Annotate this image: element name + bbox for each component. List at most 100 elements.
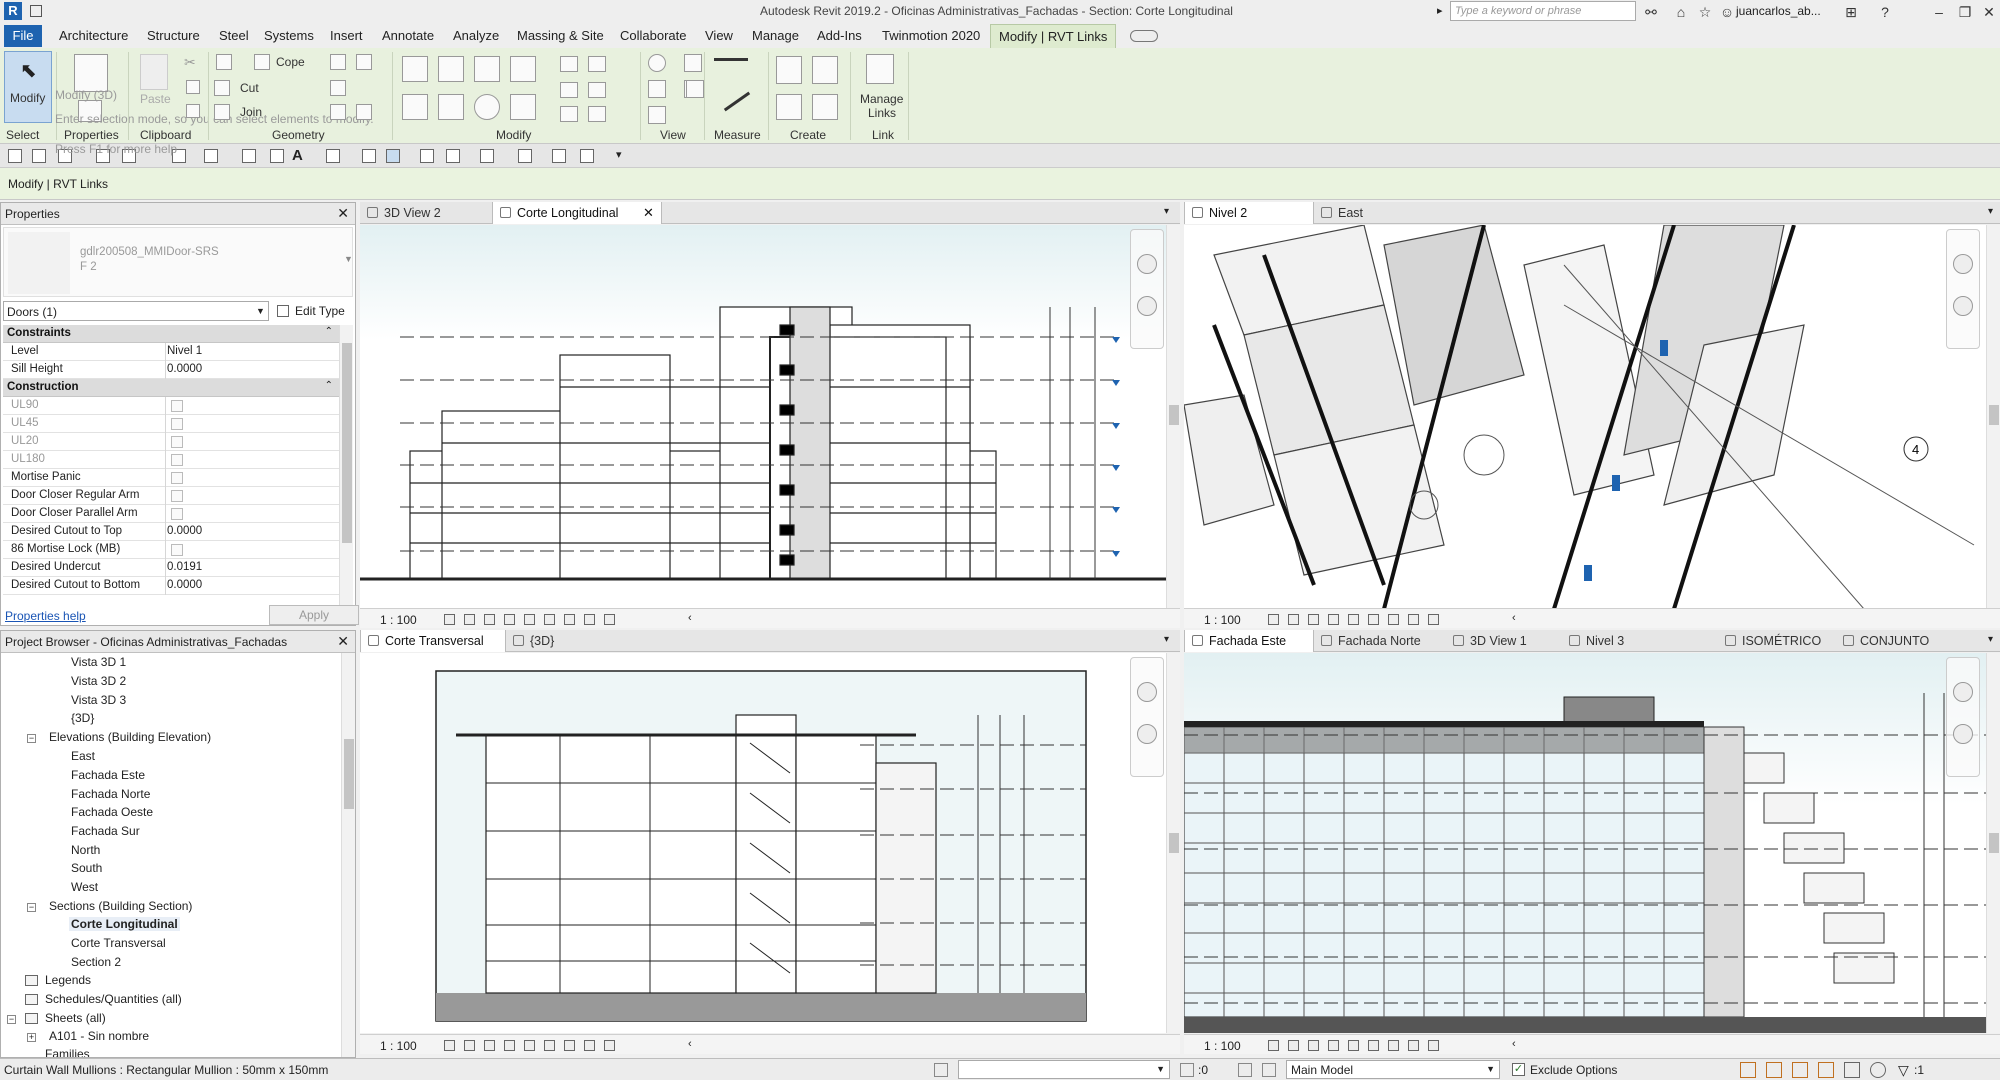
switch-windows-icon[interactable]: [446, 149, 460, 163]
mirror-axis-icon[interactable]: [474, 56, 500, 82]
aligned-dim-icon[interactable]: [242, 149, 256, 163]
reveal-hidden-icon[interactable]: [584, 614, 595, 625]
properties-icon[interactable]: [74, 54, 108, 92]
move-icon[interactable]: [402, 94, 428, 120]
qat-tool-icon-3[interactable]: [580, 149, 594, 163]
exclude-options-checkbox[interactable]: ✓: [1512, 1063, 1525, 1076]
sun-path-icon[interactable]: [1308, 614, 1319, 625]
save-icon[interactable]: [32, 149, 46, 163]
geometry-tool-icon-1[interactable]: [216, 54, 232, 70]
rotate-icon[interactable]: [474, 94, 500, 120]
create-parts-icon[interactable]: [812, 56, 838, 84]
reveal-hidden-icon[interactable]: [1408, 1040, 1419, 1051]
tab-corte-longitudinal[interactable]: Corte Longitudinal ✕: [492, 202, 662, 224]
closer-parallel-checkbox[interactable]: [171, 508, 183, 520]
tag-icon[interactable]: [270, 149, 284, 163]
view-tl-scrollbar[interactable]: [1166, 225, 1180, 609]
view-bl-scrollbar[interactable]: [1166, 653, 1180, 1033]
tab-isometrico[interactable]: ISOMÉTRICO: [1718, 630, 1829, 652]
search-arrow-icon[interactable]: ▸: [1437, 4, 1443, 17]
sheets-collapse-icon[interactable]: −: [7, 1015, 16, 1024]
tab-analyze[interactable]: Analyze: [453, 28, 499, 43]
prop-sill-height[interactable]: Sill Height 0.0000: [3, 361, 339, 379]
sun-path-icon[interactable]: [484, 1040, 495, 1051]
tab-3d-view-1[interactable]: 3D View 1: [1446, 630, 1535, 652]
navigation-bar[interactable]: [1130, 229, 1164, 349]
show-crop-icon[interactable]: [544, 614, 555, 625]
elevations-collapse-icon[interactable]: −: [27, 734, 36, 743]
tree-item-sheets[interactable]: Sheets (all): [45, 1011, 106, 1025]
scroll-left-icon[interactable]: ‹: [1512, 1038, 1516, 1050]
user-icon[interactable]: ☺: [1718, 3, 1736, 21]
geometry-tool-icon-5[interactable]: [330, 104, 346, 120]
create-group-icon[interactable]: [776, 94, 802, 120]
analytical-icon[interactable]: [604, 1040, 615, 1051]
tab-twinmotion[interactable]: Twinmotion 2020: [882, 28, 980, 43]
ul20-checkbox[interactable]: [171, 436, 183, 448]
close-icon[interactable]: ✕: [1980, 3, 1998, 21]
select-panel-label[interactable]: Select: [6, 128, 39, 142]
workset-dropdown[interactable]: ▼: [958, 1060, 1170, 1079]
temp-hide-icon[interactable]: [564, 614, 575, 625]
tabs-overflow-icon[interactable]: ▾: [1988, 206, 1993, 217]
tree-item-fachada-oeste[interactable]: Fachada Oeste: [71, 805, 153, 819]
binoculars-icon[interactable]: ⚯: [1642, 3, 1660, 21]
temp-hide-icon[interactable]: [1388, 1040, 1399, 1051]
type-dropdown-icon[interactable]: ▼: [344, 254, 353, 264]
tab-collaborate[interactable]: Collaborate: [620, 28, 687, 43]
shadows-icon[interactable]: [504, 1040, 515, 1051]
select-links-icon[interactable]: [1740, 1062, 1756, 1078]
tree-item-corte-transversal[interactable]: Corte Transversal: [71, 936, 166, 950]
manage-links-label-2[interactable]: Links: [868, 106, 896, 120]
geometry-tool-icon-3[interactable]: [356, 54, 372, 70]
join-button[interactable]: Join: [240, 105, 262, 119]
view-tr-scrollbar[interactable]: [1986, 225, 2000, 609]
shadows-icon[interactable]: [1328, 614, 1339, 625]
tab-conjunto[interactable]: CONJUNTO: [1836, 630, 1937, 652]
tree-item-north[interactable]: North: [71, 843, 100, 857]
drag-elements-icon[interactable]: [1844, 1062, 1860, 1078]
visual-style-icon[interactable]: [464, 1040, 475, 1051]
crop-view-icon[interactable]: [1348, 1040, 1359, 1051]
create-similar-icon[interactable]: [812, 94, 838, 120]
view-br-scrollbar[interactable]: [1986, 653, 2000, 1033]
view-scale[interactable]: 1 : 100: [1204, 613, 1241, 627]
scroll-left-icon[interactable]: ‹: [688, 1038, 692, 1050]
worksets-icon[interactable]: [934, 1063, 948, 1077]
tree-item-fachada-norte[interactable]: Fachada Norte: [71, 787, 150, 801]
tab-manage[interactable]: Manage: [752, 28, 799, 43]
visual-style-icon[interactable]: [1288, 1040, 1299, 1051]
sections-collapse-icon[interactable]: −: [27, 903, 36, 912]
tree-item-fachada-este[interactable]: Fachada Este: [71, 768, 145, 782]
qat-tool-icon[interactable]: [518, 149, 532, 163]
group-construction[interactable]: Construction ⌃: [3, 379, 339, 397]
tree-item-3d[interactable]: {3D}: [71, 711, 94, 725]
tab-addins[interactable]: Add-Ins: [817, 28, 862, 43]
tree-item-south[interactable]: South: [71, 861, 102, 875]
type-selector[interactable]: gdlr200508_MMIDoor-SRS F 2 ▼: [3, 227, 353, 297]
copy-element-icon[interactable]: [438, 94, 464, 120]
tree-item-elevations[interactable]: Elevations (Building Elevation): [49, 730, 211, 744]
dimension-icon[interactable]: [723, 91, 751, 112]
shadows-icon[interactable]: [504, 614, 515, 625]
show-crop-icon[interactable]: [1368, 1040, 1379, 1051]
paint-brush-icon[interactable]: [648, 80, 666, 98]
tab-systems[interactable]: Systems: [264, 28, 314, 43]
tree-item-corte-longitudinal[interactable]: Corte Longitudinal: [69, 917, 180, 931]
search-input[interactable]: Type a keyword or phrase: [1450, 1, 1636, 21]
tab-3d[interactable]: {3D}: [506, 630, 562, 652]
properties-help-link[interactable]: Properties help: [5, 609, 86, 623]
minimize-icon[interactable]: –: [1930, 3, 1948, 21]
tab-annotate[interactable]: Annotate: [382, 28, 434, 43]
split-gap-icon[interactable]: [588, 56, 606, 72]
scale-icon[interactable]: [588, 82, 606, 98]
reveal-hidden-icon[interactable]: [584, 1040, 595, 1051]
section-icon[interactable]: [362, 149, 376, 163]
tree-item-fachada-sur[interactable]: Fachada Sur: [71, 824, 140, 838]
prop-mortise-lock[interactable]: 86 Mortise Lock (MB): [3, 541, 339, 559]
tree-item-vista-3d-1[interactable]: Vista 3D 1: [71, 655, 126, 669]
analytical-icon[interactable]: [1428, 1040, 1439, 1051]
geometry-tool-icon-2[interactable]: [330, 54, 346, 70]
measure-tool-icon[interactable]: [686, 80, 704, 98]
3d-view-icon[interactable]: [326, 149, 340, 163]
